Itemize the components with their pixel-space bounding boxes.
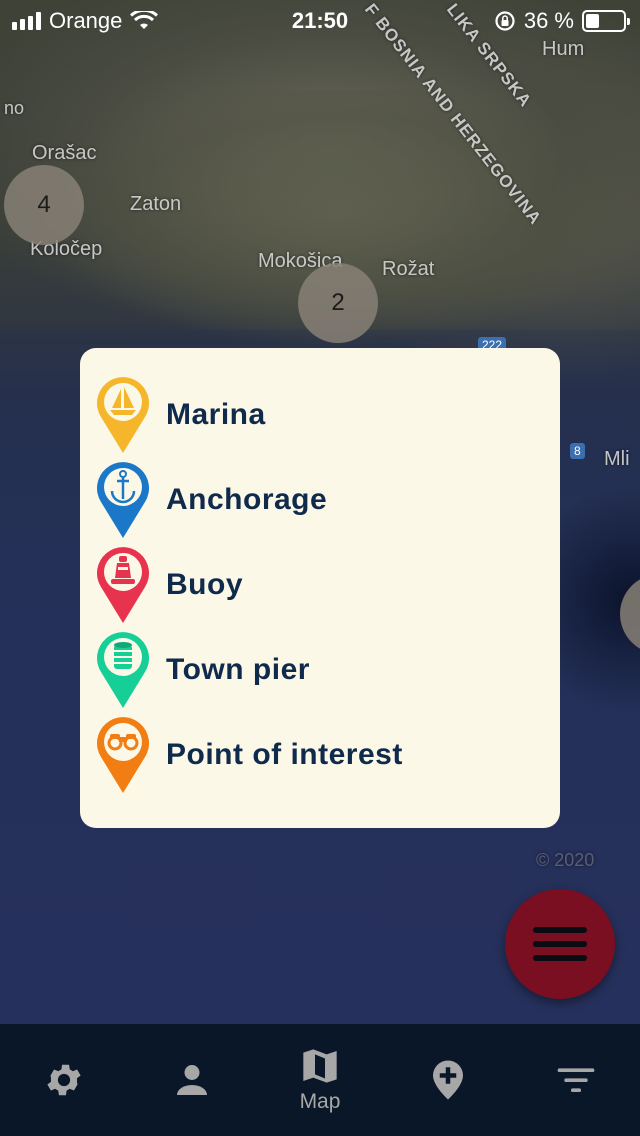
tab-label: Map — [299, 1090, 341, 1113]
anchorage-pin-icon — [97, 461, 149, 538]
place-label-orasac: Orašac — [32, 142, 97, 164]
battery-icon — [582, 10, 630, 32]
legend-label: Anchorage — [166, 482, 328, 516]
legend-card: Marina Anchorage Buoy Town pier Point of… — [80, 348, 560, 828]
marina-pin-icon — [97, 376, 149, 453]
legend-item-anchorage: Anchorage — [96, 457, 544, 542]
place-label: no — [4, 98, 25, 118]
legend-item-marina: Marina — [96, 372, 544, 457]
map-copyright: © 2020 — [536, 850, 595, 870]
tab-add-location[interactable] — [398, 1030, 498, 1130]
town-pier-pin-icon — [97, 631, 149, 708]
person-icon — [177, 1065, 207, 1095]
orientation-lock-icon — [495, 11, 515, 31]
place-label-zaton: Zaton — [130, 193, 182, 215]
cluster-count: 4 — [37, 191, 51, 218]
hamburger-icon — [533, 927, 587, 933]
battery-percentage: 36 % — [523, 8, 574, 33]
tab-filter[interactable] — [526, 1030, 626, 1130]
legend-item-point-of-interest: Point of interest — [96, 712, 544, 797]
hamburger-icon-line — [533, 941, 587, 947]
add-location-icon — [433, 1060, 463, 1100]
road-number-badge: 8 — [570, 443, 585, 459]
place-label-mli: Mli — [604, 448, 630, 470]
legend-label: Town pier — [166, 652, 310, 686]
tab-profile[interactable] — [142, 1030, 242, 1130]
tab-map[interactable]: Map — [270, 1030, 370, 1130]
map-cluster-marker[interactable]: 2 — [298, 263, 378, 343]
legend-item-buoy: Buoy — [96, 542, 544, 627]
point-of-interest-pin-icon — [97, 716, 149, 793]
gear-icon — [47, 1064, 81, 1096]
map-cluster-marker[interactable]: 4 — [4, 165, 84, 245]
hamburger-icon-line — [533, 955, 587, 961]
legend-label: Point of interest — [166, 737, 403, 771]
cluster-count: 2 — [331, 289, 345, 316]
menu-fab-button[interactable] — [505, 889, 615, 999]
tab-settings[interactable] — [14, 1030, 114, 1130]
place-label-rozat: Rožat — [382, 258, 435, 280]
filter-icon — [557, 1068, 595, 1092]
buoy-pin-icon — [97, 546, 149, 623]
map-icon — [303, 1049, 337, 1083]
legend-label: Buoy — [166, 567, 243, 601]
status-bar: Orange 21:50 36 % — [0, 0, 640, 42]
legend-item-town-pier: Town pier — [96, 627, 544, 712]
legend-label: Marina — [166, 397, 266, 431]
bottom-tab-bar: Map — [0, 1024, 640, 1136]
